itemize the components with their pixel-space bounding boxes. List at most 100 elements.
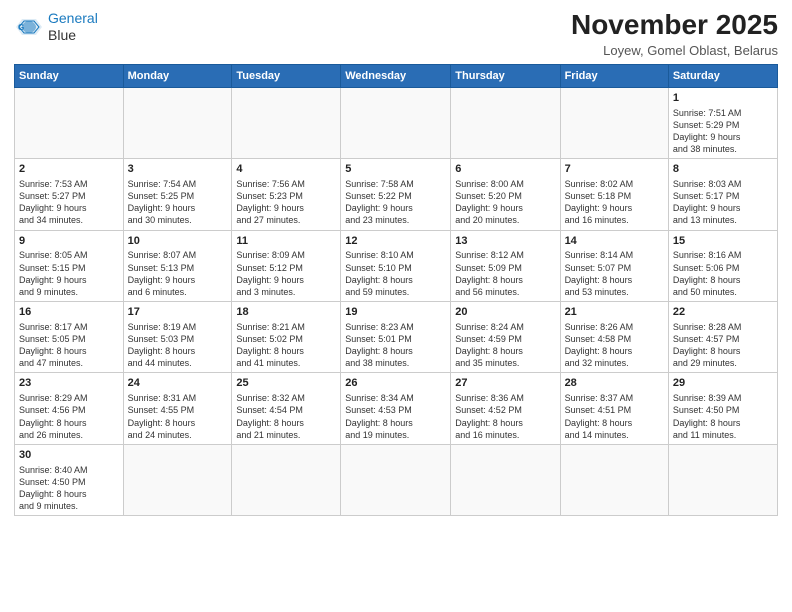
calendar-day-cell: 8Sunrise: 8:03 AM Sunset: 5:17 PM Daylig…: [668, 159, 777, 230]
day-info: Sunrise: 7:51 AM Sunset: 5:29 PM Dayligh…: [673, 107, 773, 156]
logo-line2: Blue: [48, 27, 98, 44]
day-number: 13: [455, 234, 555, 249]
day-number: 23: [19, 376, 119, 391]
day-number: 25: [236, 376, 336, 391]
calendar-day-cell: [341, 444, 451, 515]
calendar-day-cell: 1Sunrise: 7:51 AM Sunset: 5:29 PM Daylig…: [668, 87, 777, 158]
day-info: Sunrise: 7:58 AM Sunset: 5:22 PM Dayligh…: [345, 178, 446, 227]
calendar-week-row: 16Sunrise: 8:17 AM Sunset: 5:05 PM Dayli…: [15, 302, 778, 373]
day-number: 7: [565, 162, 664, 177]
calendar-day-cell: 20Sunrise: 8:24 AM Sunset: 4:59 PM Dayli…: [451, 302, 560, 373]
day-number: 14: [565, 234, 664, 249]
calendar-day-cell: [123, 87, 232, 158]
day-info: Sunrise: 7:56 AM Sunset: 5:23 PM Dayligh…: [236, 178, 336, 227]
calendar-day-cell: [15, 87, 124, 158]
day-info: Sunrise: 7:54 AM Sunset: 5:25 PM Dayligh…: [128, 178, 228, 227]
calendar-week-row: 30Sunrise: 8:40 AM Sunset: 4:50 PM Dayli…: [15, 444, 778, 515]
day-number: 18: [236, 305, 336, 320]
day-number: 5: [345, 162, 446, 177]
day-number: 22: [673, 305, 773, 320]
calendar-day-cell: [341, 87, 451, 158]
logo-text: General Blue: [48, 10, 98, 44]
month-title: November 2025: [571, 10, 778, 41]
calendar-day-cell: 6Sunrise: 8:00 AM Sunset: 5:20 PM Daylig…: [451, 159, 560, 230]
header: G General Blue November 2025 Loyew, Gome…: [14, 10, 778, 58]
calendar-day-cell: [232, 87, 341, 158]
calendar-day-cell: 16Sunrise: 8:17 AM Sunset: 5:05 PM Dayli…: [15, 302, 124, 373]
day-info: Sunrise: 8:28 AM Sunset: 4:57 PM Dayligh…: [673, 321, 773, 370]
weekday-header-monday: Monday: [123, 64, 232, 87]
calendar-day-cell: 15Sunrise: 8:16 AM Sunset: 5:06 PM Dayli…: [668, 230, 777, 301]
calendar-day-cell: 26Sunrise: 8:34 AM Sunset: 4:53 PM Dayli…: [341, 373, 451, 444]
calendar-day-cell: [123, 444, 232, 515]
day-info: Sunrise: 8:23 AM Sunset: 5:01 PM Dayligh…: [345, 321, 446, 370]
day-info: Sunrise: 8:29 AM Sunset: 4:56 PM Dayligh…: [19, 392, 119, 441]
calendar-day-cell: 27Sunrise: 8:36 AM Sunset: 4:52 PM Dayli…: [451, 373, 560, 444]
weekday-header-sunday: Sunday: [15, 64, 124, 87]
calendar-day-cell: [451, 444, 560, 515]
day-number: 6: [455, 162, 555, 177]
calendar-day-cell: 28Sunrise: 8:37 AM Sunset: 4:51 PM Dayli…: [560, 373, 668, 444]
day-number: 26: [345, 376, 446, 391]
calendar-day-cell: 2Sunrise: 7:53 AM Sunset: 5:27 PM Daylig…: [15, 159, 124, 230]
calendar-day-cell: [232, 444, 341, 515]
day-info: Sunrise: 8:17 AM Sunset: 5:05 PM Dayligh…: [19, 321, 119, 370]
day-number: 11: [236, 234, 336, 249]
day-number: 12: [345, 234, 446, 249]
calendar-day-cell: 10Sunrise: 8:07 AM Sunset: 5:13 PM Dayli…: [123, 230, 232, 301]
calendar-day-cell: 5Sunrise: 7:58 AM Sunset: 5:22 PM Daylig…: [341, 159, 451, 230]
day-info: Sunrise: 8:26 AM Sunset: 4:58 PM Dayligh…: [565, 321, 664, 370]
day-info: Sunrise: 8:37 AM Sunset: 4:51 PM Dayligh…: [565, 392, 664, 441]
day-number: 2: [19, 162, 119, 177]
day-number: 19: [345, 305, 446, 320]
logo: G General Blue: [14, 10, 98, 44]
day-info: Sunrise: 8:24 AM Sunset: 4:59 PM Dayligh…: [455, 321, 555, 370]
calendar-day-cell: 22Sunrise: 8:28 AM Sunset: 4:57 PM Dayli…: [668, 302, 777, 373]
day-info: Sunrise: 8:14 AM Sunset: 5:07 PM Dayligh…: [565, 249, 664, 298]
weekday-header-saturday: Saturday: [668, 64, 777, 87]
calendar-week-row: 9Sunrise: 8:05 AM Sunset: 5:15 PM Daylig…: [15, 230, 778, 301]
calendar-day-cell: 18Sunrise: 8:21 AM Sunset: 5:02 PM Dayli…: [232, 302, 341, 373]
day-info: Sunrise: 8:12 AM Sunset: 5:09 PM Dayligh…: [455, 249, 555, 298]
calendar-week-row: 1Sunrise: 7:51 AM Sunset: 5:29 PM Daylig…: [15, 87, 778, 158]
day-info: Sunrise: 8:03 AM Sunset: 5:17 PM Dayligh…: [673, 178, 773, 227]
day-number: 3: [128, 162, 228, 177]
calendar-day-cell: 24Sunrise: 8:31 AM Sunset: 4:55 PM Dayli…: [123, 373, 232, 444]
logo-icon: G: [14, 15, 44, 39]
calendar-day-cell: [668, 444, 777, 515]
day-number: 15: [673, 234, 773, 249]
day-info: Sunrise: 8:21 AM Sunset: 5:02 PM Dayligh…: [236, 321, 336, 370]
day-number: 16: [19, 305, 119, 320]
calendar-day-cell: 17Sunrise: 8:19 AM Sunset: 5:03 PM Dayli…: [123, 302, 232, 373]
day-info: Sunrise: 8:36 AM Sunset: 4:52 PM Dayligh…: [455, 392, 555, 441]
calendar-day-cell: 25Sunrise: 8:32 AM Sunset: 4:54 PM Dayli…: [232, 373, 341, 444]
day-info: Sunrise: 8:10 AM Sunset: 5:10 PM Dayligh…: [345, 249, 446, 298]
weekday-header-thursday: Thursday: [451, 64, 560, 87]
day-number: 24: [128, 376, 228, 391]
calendar-day-cell: [560, 87, 668, 158]
calendar-day-cell: 3Sunrise: 7:54 AM Sunset: 5:25 PM Daylig…: [123, 159, 232, 230]
day-number: 21: [565, 305, 664, 320]
calendar-day-cell: 30Sunrise: 8:40 AM Sunset: 4:50 PM Dayli…: [15, 444, 124, 515]
calendar-body: 1Sunrise: 7:51 AM Sunset: 5:29 PM Daylig…: [15, 87, 778, 515]
day-info: Sunrise: 8:40 AM Sunset: 4:50 PM Dayligh…: [19, 464, 119, 513]
calendar-day-cell: 29Sunrise: 8:39 AM Sunset: 4:50 PM Dayli…: [668, 373, 777, 444]
weekday-header-tuesday: Tuesday: [232, 64, 341, 87]
calendar-table: SundayMondayTuesdayWednesdayThursdayFrid…: [14, 64, 778, 516]
day-info: Sunrise: 8:19 AM Sunset: 5:03 PM Dayligh…: [128, 321, 228, 370]
day-number: 9: [19, 234, 119, 249]
day-info: Sunrise: 8:00 AM Sunset: 5:20 PM Dayligh…: [455, 178, 555, 227]
calendar-day-cell: 12Sunrise: 8:10 AM Sunset: 5:10 PM Dayli…: [341, 230, 451, 301]
calendar-day-cell: 21Sunrise: 8:26 AM Sunset: 4:58 PM Dayli…: [560, 302, 668, 373]
day-info: Sunrise: 8:16 AM Sunset: 5:06 PM Dayligh…: [673, 249, 773, 298]
calendar-week-row: 2Sunrise: 7:53 AM Sunset: 5:27 PM Daylig…: [15, 159, 778, 230]
day-info: Sunrise: 8:32 AM Sunset: 4:54 PM Dayligh…: [236, 392, 336, 441]
calendar-day-cell: 23Sunrise: 8:29 AM Sunset: 4:56 PM Dayli…: [15, 373, 124, 444]
calendar-day-cell: 19Sunrise: 8:23 AM Sunset: 5:01 PM Dayli…: [341, 302, 451, 373]
day-number: 27: [455, 376, 555, 391]
weekday-row: SundayMondayTuesdayWednesdayThursdayFrid…: [15, 64, 778, 87]
weekday-header-friday: Friday: [560, 64, 668, 87]
day-number: 1: [673, 91, 773, 106]
title-block: November 2025 Loyew, Gomel Oblast, Belar…: [571, 10, 778, 58]
day-info: Sunrise: 8:07 AM Sunset: 5:13 PM Dayligh…: [128, 249, 228, 298]
